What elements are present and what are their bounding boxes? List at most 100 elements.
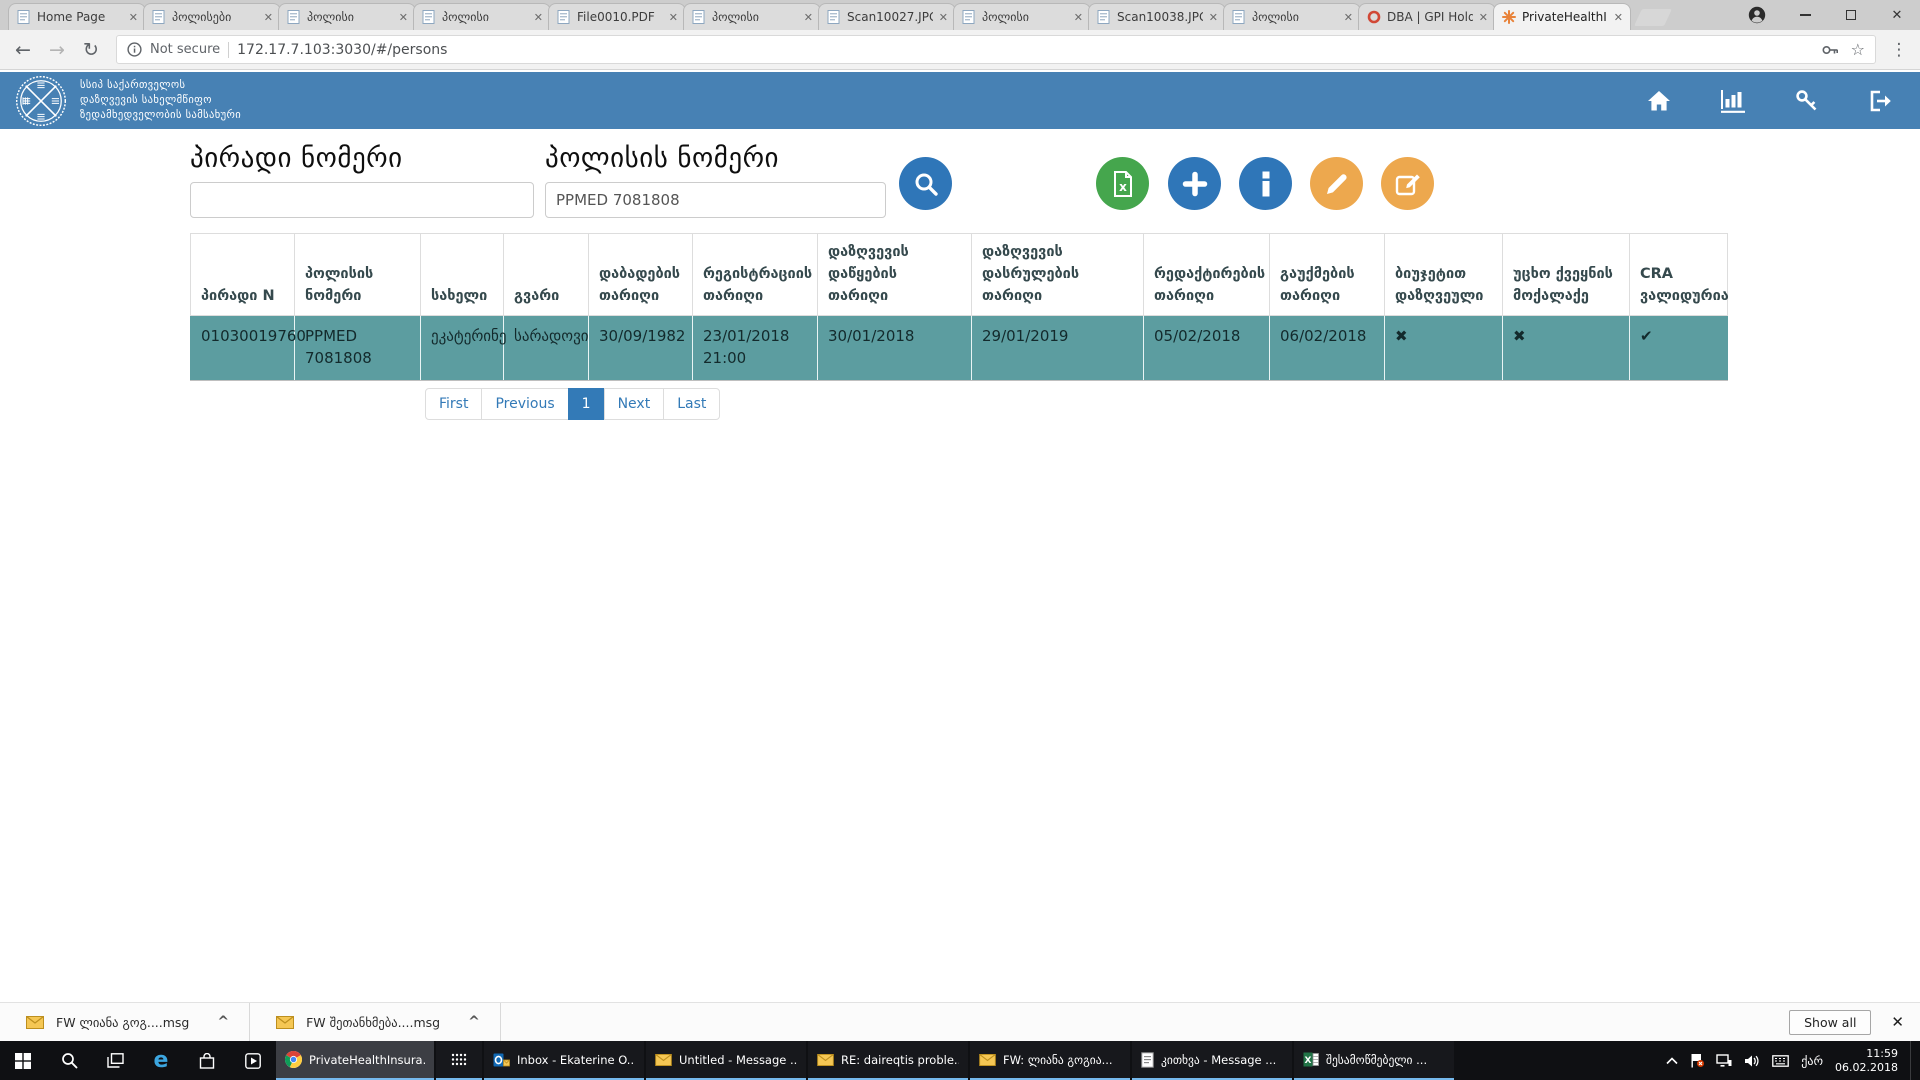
attachment-name: FW შეთანხმება....msg: [306, 1015, 440, 1030]
table-header-row: პირადი N პოლისის ნომერი სახელი გვარი დაბ…: [191, 234, 1728, 316]
attachment-item[interactable]: FW შეთანხმება....msg ^: [250, 1003, 501, 1041]
col-edit-date: რედაქტირების თარიღი: [1144, 234, 1270, 316]
pagination-previous[interactable]: Previous: [481, 388, 568, 420]
browser-tab[interactable]: პოლისი ✕: [278, 3, 416, 30]
taskbar-app-grid-window[interactable]: [436, 1041, 482, 1080]
close-icon[interactable]: ✕: [399, 11, 408, 24]
sign-out-icon[interactable]: [1868, 88, 1894, 114]
page-favicon-icon: [691, 10, 706, 25]
close-icon[interactable]: ✕: [534, 11, 543, 24]
browser-menu-icon[interactable]: ⋮: [1886, 40, 1912, 60]
browser-tab[interactable]: პოლისი ✕: [413, 3, 551, 30]
policy-number-input[interactable]: [545, 182, 886, 218]
forward-icon[interactable]: →: [42, 39, 72, 61]
edit-button[interactable]: [1310, 157, 1363, 210]
envelope-icon: [979, 1054, 996, 1066]
chevron-up-icon[interactable]: ^: [468, 1014, 480, 1030]
password-key-icon[interactable]: [1822, 44, 1839, 56]
language-indicator[interactable]: ქარ: [1801, 1054, 1823, 1068]
tray-chevron-up-icon[interactable]: [1666, 1057, 1678, 1065]
alert-flag-icon[interactable]: [1690, 1053, 1704, 1068]
browser-tab[interactable]: Home Page ✕: [8, 3, 146, 30]
close-icon[interactable]: ✕: [264, 11, 273, 24]
network-icon[interactable]: [1716, 1054, 1732, 1068]
pagination-last[interactable]: Last: [663, 388, 720, 420]
taskbar-message-window[interactable]: Untitled - Message ...: [646, 1041, 806, 1080]
add-button[interactable]: [1168, 157, 1221, 210]
chevron-up-icon[interactable]: ^: [217, 1014, 229, 1030]
reload-icon[interactable]: ↻: [76, 39, 106, 61]
taskbar-message-window[interactable]: FW: ლიანა გოგია...: [970, 1041, 1130, 1080]
col-foreign-citizen: უცხო ქვეყნის მოქალაქე: [1503, 234, 1630, 316]
browser-tab[interactable]: Scan10027.JPG ✕: [818, 3, 956, 30]
close-icon[interactable]: ✕: [1344, 11, 1353, 24]
browser-tab[interactable]: პოლისები ✕: [143, 3, 281, 30]
browser-tab[interactable]: პოლისი ✕: [953, 3, 1091, 30]
windows-taskbar: e PrivateHealthInsura... Inbox - Ekateri…: [0, 1041, 1920, 1080]
envelope-icon: [276, 1016, 294, 1029]
pagination-page-1[interactable]: 1: [568, 388, 605, 420]
new-tab-button[interactable]: [1634, 9, 1672, 26]
taskbar-window-title: კითხვა - Message ...: [1161, 1053, 1283, 1067]
minimize-button[interactable]: [1782, 0, 1828, 30]
volume-icon[interactable]: [1744, 1054, 1760, 1068]
taskbar-document-window[interactable]: კითხვა - Message ...: [1132, 1041, 1292, 1080]
info-button[interactable]: [1239, 157, 1292, 210]
clock[interactable]: 11:59 06.02.2018: [1835, 1047, 1898, 1075]
attachment-item[interactable]: FW ლიანა გოგ....msg ^: [0, 1003, 250, 1041]
close-window-button[interactable]: ✕: [1874, 0, 1920, 30]
maximize-button[interactable]: [1828, 0, 1874, 30]
show-desktop-button[interactable]: [1910, 1041, 1916, 1080]
media-player-icon[interactable]: [230, 1041, 276, 1080]
task-view-icon[interactable]: [92, 1041, 138, 1080]
policy-number-label: პოლისის ნომერი: [545, 143, 779, 174]
close-icon[interactable]: ✕: [1479, 11, 1488, 24]
close-icon[interactable]: ✕: [669, 11, 678, 24]
start-button[interactable]: [0, 1041, 46, 1080]
touch-keyboard-icon[interactable]: [1772, 1055, 1789, 1067]
close-bar-icon[interactable]: ✕: [1891, 1013, 1904, 1031]
search-button[interactable]: [899, 157, 952, 210]
show-all-button[interactable]: Show all: [1789, 1010, 1871, 1035]
browser-tab[interactable]: პოლისი ✕: [1223, 3, 1361, 30]
edge-icon[interactable]: e: [138, 1041, 184, 1080]
chart-icon[interactable]: [1720, 88, 1746, 114]
taskbar-excel-window[interactable]: X შესამოწმებელი ...: [1294, 1041, 1454, 1080]
pagination-next[interactable]: Next: [604, 388, 665, 420]
taskbar-chrome-window[interactable]: PrivateHealthInsura...: [276, 1041, 434, 1080]
close-icon[interactable]: ✕: [804, 11, 813, 24]
close-icon[interactable]: ✕: [1074, 11, 1083, 24]
browser-tab[interactable]: Scan10038.JPG ✕: [1088, 3, 1226, 30]
cell-last-name: სარადოვი: [504, 316, 589, 381]
address-bar[interactable]: Not secure 172.17.7.103:3030/#/persons ☆: [116, 35, 1876, 64]
browser-tab[interactable]: DBA | GPI Hold ✕: [1358, 3, 1496, 30]
store-icon[interactable]: [184, 1041, 230, 1080]
envelope-icon: [655, 1054, 672, 1066]
close-icon[interactable]: ✕: [1209, 11, 1218, 24]
taskbar-outlook-window[interactable]: Inbox - Ekaterine O...: [484, 1041, 644, 1080]
browser-tab[interactable]: File0010.PDF ✕: [548, 3, 686, 30]
close-icon[interactable]: ✕: [1614, 11, 1623, 24]
cell-budget-insured-x: ✖: [1385, 316, 1503, 381]
export-excel-button[interactable]: x: [1096, 157, 1149, 210]
home-icon[interactable]: [1646, 88, 1672, 114]
security-label: Not secure: [150, 42, 220, 57]
personal-number-input[interactable]: [190, 182, 534, 218]
edit-record-button[interactable]: [1381, 157, 1434, 210]
close-icon[interactable]: ✕: [129, 11, 138, 24]
close-icon[interactable]: ✕: [939, 11, 948, 24]
bookmark-star-icon[interactable]: ☆: [1851, 40, 1865, 59]
taskbar-window-title: შესამოწმებელი ...: [1326, 1053, 1445, 1067]
person-row[interactable]: 01030019760 PPMED 7081808 ეკატერინე სარა…: [191, 316, 1728, 381]
edit-square-icon: [1394, 171, 1422, 197]
browser-tab-active[interactable]: PrivateHealthI ✕: [1493, 3, 1631, 30]
taskbar-message-window[interactable]: RE: daireqtis proble...: [808, 1041, 968, 1080]
info-icon[interactable]: [127, 42, 142, 57]
key-icon[interactable]: [1794, 88, 1820, 114]
profile-icon[interactable]: [1740, 6, 1774, 24]
pagination-first[interactable]: First: [425, 388, 482, 420]
taskbar-search-icon[interactable]: [46, 1041, 92, 1080]
org-logo: [14, 74, 68, 128]
back-icon[interactable]: ←: [8, 39, 38, 61]
browser-tab[interactable]: პოლისი ✕: [683, 3, 821, 30]
